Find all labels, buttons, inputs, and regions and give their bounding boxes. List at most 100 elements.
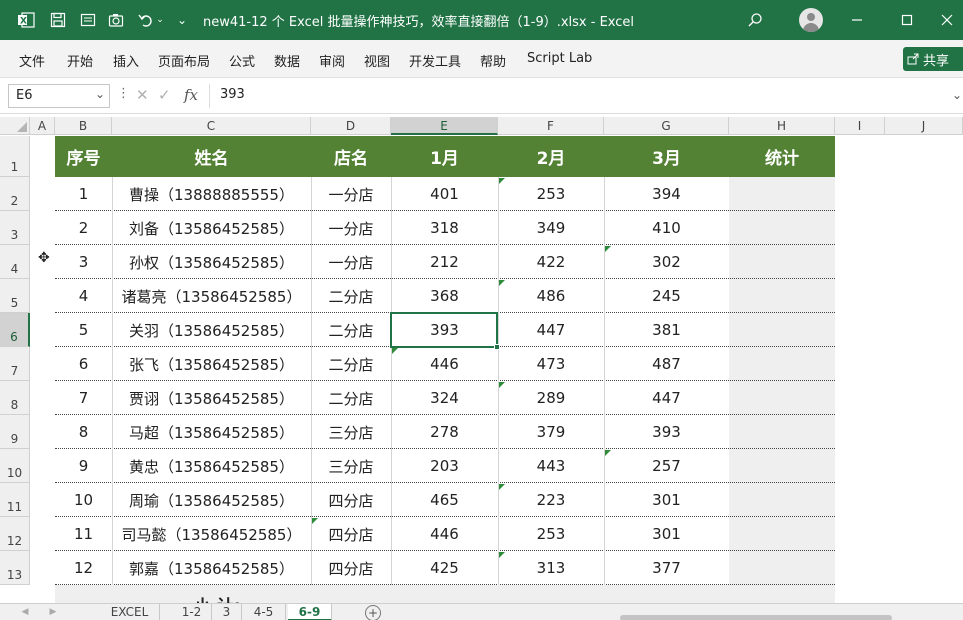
table-cell[interactable]: 318 xyxy=(391,211,498,245)
total-cell[interactable] xyxy=(729,483,835,517)
row-header-4[interactable]: 4 xyxy=(0,245,30,279)
table-cell[interactable]: 四分店 xyxy=(311,483,391,517)
menu-home[interactable]: 开始 xyxy=(67,51,93,70)
fill-handle[interactable] xyxy=(494,344,500,350)
enter-icon[interactable]: ✓ xyxy=(158,86,171,104)
scroll-right-icon[interactable]: ▶ xyxy=(42,604,64,620)
table-cell[interactable]: 2 xyxy=(55,211,112,245)
table-header-cell[interactable]: 3月 xyxy=(604,136,729,177)
table-cell[interactable]: 三分店 xyxy=(311,415,391,449)
name-box[interactable]: E6 ⌄ xyxy=(8,84,110,108)
table-cell[interactable]: 487 xyxy=(604,347,729,381)
total-cell[interactable] xyxy=(729,449,835,483)
menu-insert[interactable]: 插入 xyxy=(113,51,139,70)
table-cell[interactable]: 二分店 xyxy=(311,347,391,381)
table-cell[interactable]: 349 xyxy=(498,211,604,245)
column-header-g[interactable]: G xyxy=(604,117,729,135)
sheet-tab-3[interactable]: 3 xyxy=(212,604,242,620)
table-cell[interactable]: 四分店 xyxy=(311,517,391,551)
add-sheet-icon[interactable]: + xyxy=(365,605,381,620)
table-cell[interactable]: 8 xyxy=(55,415,112,449)
more-icon[interactable]: ⋮ xyxy=(117,86,130,101)
menu-help[interactable]: 帮助 xyxy=(480,51,506,70)
column-header-e[interactable]: E xyxy=(391,117,498,135)
formula-input[interactable]: 393 xyxy=(209,84,963,108)
table-cell[interactable]: 刘备（13586452585） xyxy=(112,211,311,245)
camera-icon[interactable] xyxy=(104,0,128,40)
total-cell[interactable] xyxy=(729,415,835,449)
table-cell[interactable]: 9 xyxy=(55,449,112,483)
table-cell[interactable]: 黄忠（13586452585） xyxy=(112,449,311,483)
table-cell[interactable]: 377 xyxy=(604,551,729,585)
table-cell[interactable]: 410 xyxy=(604,211,729,245)
table-cell[interactable]: 212 xyxy=(391,245,498,279)
table-cell[interactable]: 二分店 xyxy=(311,381,391,415)
table-cell[interactable]: 394 xyxy=(604,177,729,211)
table-cell[interactable]: 张飞（13586452585） xyxy=(112,347,311,381)
share-button[interactable]: 共享 xyxy=(903,47,963,71)
table-cell[interactable]: 393 xyxy=(604,415,729,449)
sheet-tab-1-2[interactable]: 1-2 xyxy=(172,604,212,620)
menu-page-layout[interactable]: 页面布局 xyxy=(158,51,210,70)
chevron-down-icon[interactable]: ⌄ xyxy=(95,87,105,101)
table-cell[interactable]: 周瑜（13586452585） xyxy=(112,483,311,517)
table-cell[interactable]: 11 xyxy=(55,517,112,551)
table-cell[interactable]: 6 xyxy=(55,347,112,381)
table-cell[interactable]: 422 xyxy=(498,245,604,279)
table-cell[interactable]: 443 xyxy=(498,449,604,483)
table-cell[interactable]: 贾诩（13586452585） xyxy=(112,381,311,415)
table-cell[interactable]: 4 xyxy=(55,279,112,313)
table-header-cell[interactable]: 店名 xyxy=(311,136,391,177)
table-cell[interactable]: 一分店 xyxy=(311,177,391,211)
table-cell[interactable]: 257 xyxy=(604,449,729,483)
table-cell[interactable]: 446 xyxy=(391,517,498,551)
table-cell[interactable]: 401 xyxy=(391,177,498,211)
search-icon[interactable] xyxy=(742,0,768,40)
total-cell[interactable] xyxy=(729,347,835,381)
close-icon[interactable] xyxy=(932,0,962,40)
table-cell[interactable]: 379 xyxy=(498,415,604,449)
table-cell[interactable]: 381 xyxy=(604,313,729,347)
row-header-11[interactable]: 11 xyxy=(0,483,30,517)
table-header-cell[interactable]: 序号 xyxy=(55,136,112,177)
expand-formula-icon[interactable]: ⌄ xyxy=(952,88,962,102)
table-cell[interactable]: 203 xyxy=(391,449,498,483)
table-cell[interactable]: 289 xyxy=(498,381,604,415)
table-cell[interactable]: 223 xyxy=(498,483,604,517)
select-all-corner[interactable] xyxy=(0,117,30,135)
active-cell-selection[interactable] xyxy=(390,312,500,350)
save-icon[interactable] xyxy=(46,0,70,40)
menu-view[interactable]: 视图 xyxy=(364,51,390,70)
row-header-1[interactable]: 1 xyxy=(0,136,30,177)
table-cell[interactable]: 孙权（13586452585） xyxy=(112,245,311,279)
table-cell[interactable]: 313 xyxy=(498,551,604,585)
menu-file[interactable]: 文件 xyxy=(19,51,45,70)
table-cell[interactable]: 302 xyxy=(604,245,729,279)
total-cell[interactable] xyxy=(729,177,835,211)
row-header-5[interactable]: 5 xyxy=(0,279,30,313)
total-cell[interactable] xyxy=(729,381,835,415)
total-cell[interactable] xyxy=(729,245,835,279)
undo-icon[interactable]: ⌄ xyxy=(134,0,168,40)
function-icon[interactable]: fx xyxy=(184,86,198,104)
menu-review[interactable]: 审阅 xyxy=(319,51,345,70)
customize-qa-icon[interactable]: ⌄ xyxy=(172,0,192,40)
table-header-cell[interactable]: 统计 xyxy=(729,136,835,177)
table-cell[interactable]: 7 xyxy=(55,381,112,415)
sheet-tab-excel[interactable]: EXCEL xyxy=(100,604,160,620)
row-header-10[interactable]: 10 xyxy=(0,449,30,483)
column-header-j[interactable]: J xyxy=(885,117,963,135)
table-cell[interactable]: 关羽（13586452585） xyxy=(112,313,311,347)
column-header-h[interactable]: H xyxy=(729,117,835,135)
table-cell[interactable]: 二分店 xyxy=(311,313,391,347)
total-cell[interactable] xyxy=(729,279,835,313)
table-cell[interactable]: 245 xyxy=(604,279,729,313)
minimize-icon[interactable] xyxy=(842,0,872,40)
row-header-13[interactable]: 13 xyxy=(0,551,30,585)
table-cell[interactable]: 诸葛亮（13586452585） xyxy=(112,279,311,313)
table-cell[interactable]: 253 xyxy=(498,517,604,551)
column-header-c[interactable]: C xyxy=(112,117,311,135)
table-cell[interactable]: 301 xyxy=(604,483,729,517)
table-cell[interactable]: 447 xyxy=(604,381,729,415)
scroll-left-icon[interactable]: ◀ xyxy=(14,604,36,620)
